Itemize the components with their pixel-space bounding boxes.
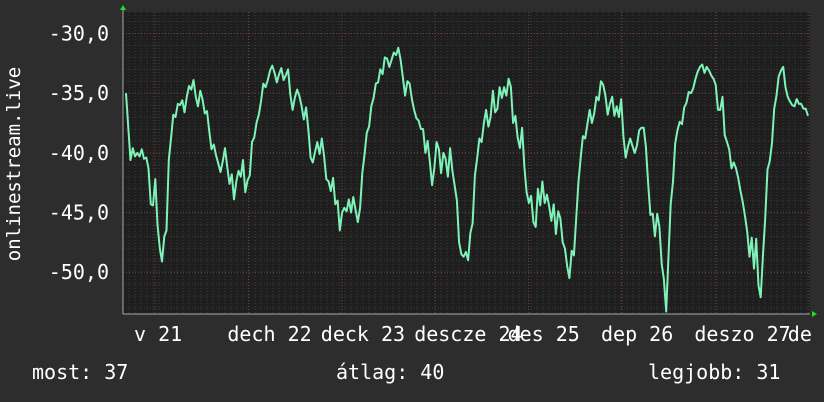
- x-tick-label: v 21: [134, 322, 182, 346]
- chart: -30,0 -35,0 -40,0 -45,0 -50,0 v 21 dech 22 deck…: [3, 5, 817, 346]
- x-tick-label: descze 24: [414, 322, 522, 346]
- x-tick-label: de: [788, 322, 812, 346]
- stat-best: legjobb: 31: [648, 360, 781, 384]
- chart-window: -30,0 -35,0 -40,0 -45,0 -50,0 v 21 dech 22 deck…: [0, 0, 824, 402]
- stats-footer: most: 37 átlag: 40 legjobb: 31: [0, 360, 824, 390]
- x-tick-label: dech 22: [227, 322, 311, 346]
- stat-average: átlag: 40: [336, 360, 445, 384]
- y-tick-label: -35,0: [49, 81, 109, 105]
- y-tick-label: -50,0: [49, 260, 109, 284]
- x-tick-label: deszo 27: [694, 322, 790, 346]
- y-axis-arrow: [120, 5, 126, 10]
- x-tick-label: des 25: [508, 322, 580, 346]
- x-tick-label: deck 23: [321, 322, 405, 346]
- y-tick-label: -45,0: [49, 201, 109, 225]
- y-tick-label: -40,0: [49, 141, 109, 165]
- x-axis-arrow: [812, 311, 817, 317]
- y-axis-label: onlinestream.live: [3, 67, 25, 261]
- stat-current: most: 37: [32, 360, 129, 384]
- x-tick-label: dep 26: [601, 322, 673, 346]
- y-tick-label: -30,0: [49, 21, 109, 45]
